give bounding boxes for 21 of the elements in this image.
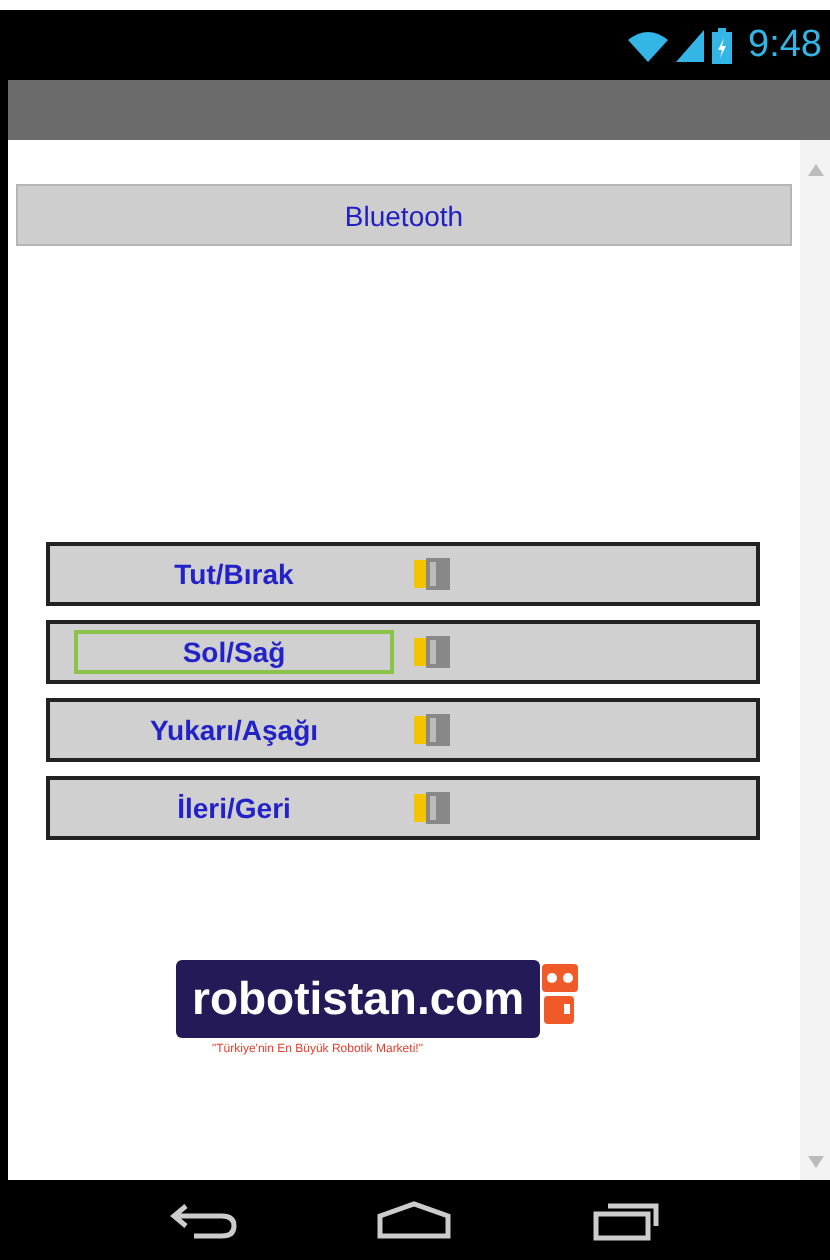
bluetooth-button[interactable]: Bluetooth	[16, 184, 792, 246]
control-button[interactable]: İleri/Geri	[74, 786, 394, 830]
logo-wordmark: robotistan.com	[176, 960, 541, 1038]
home-icon[interactable]	[376, 1200, 453, 1240]
recent-apps-icon[interactable]	[592, 1198, 661, 1242]
control-button[interactable]: Yukarı/Aşağı	[74, 708, 394, 752]
scroll-up-icon[interactable]	[807, 164, 823, 176]
signal-icon	[676, 29, 705, 61]
robot-icon	[542, 964, 579, 1024]
battery-icon	[712, 27, 733, 63]
control-button[interactable]: Tut/Bırak	[74, 552, 394, 596]
switch-icon[interactable]	[414, 558, 450, 590]
switch-icon[interactable]	[414, 636, 450, 668]
switch-icon[interactable]	[414, 792, 450, 824]
clock-time: 9:48	[748, 23, 822, 67]
scroll-down-icon[interactable]	[807, 1156, 823, 1168]
control-button[interactable]: Sol/Sağ	[74, 630, 394, 674]
switch-icon[interactable]	[414, 714, 450, 746]
back-icon[interactable]	[169, 1200, 238, 1240]
scrollbar[interactable]	[800, 140, 830, 1180]
wifi-icon	[628, 29, 669, 61]
